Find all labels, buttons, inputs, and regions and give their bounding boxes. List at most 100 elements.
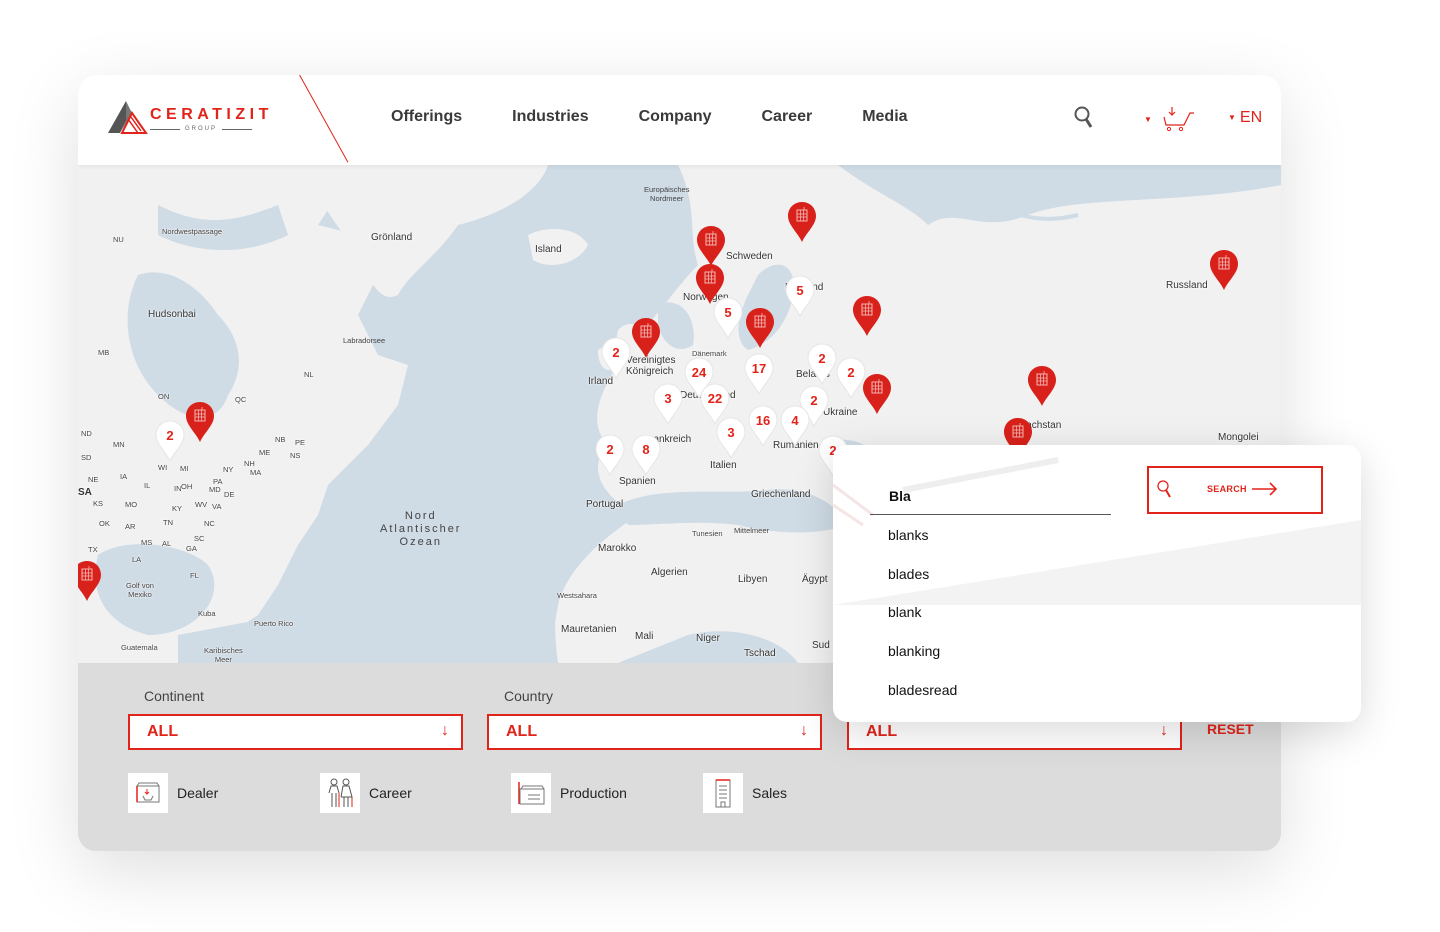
search-popup: SEARCH blanks blades blank blanking blad…	[833, 445, 1361, 722]
cluster-pin[interactable]: 2	[601, 337, 631, 379]
map-label-mongolei: Mongolei	[1218, 432, 1259, 443]
continent-label: Continent	[144, 688, 204, 704]
location-pin[interactable]	[185, 401, 215, 443]
building-marker-icon	[696, 264, 724, 304]
legend-production-label: Production	[560, 785, 627, 801]
map-label-state: IA	[120, 472, 128, 481]
location-pin[interactable]	[631, 317, 661, 359]
arrow-right-icon	[1252, 482, 1278, 496]
map-label-state: VA	[212, 502, 222, 511]
search-input[interactable]	[870, 477, 1111, 515]
cluster-pin[interactable]: 5	[785, 275, 815, 317]
map-label-qc: QC	[235, 395, 247, 404]
logo-triangle-icon	[108, 101, 148, 134]
cluster-pin[interactable]: 17	[744, 353, 774, 395]
building-marker-icon	[78, 561, 101, 601]
nav-industries[interactable]: Industries	[512, 108, 588, 126]
map-label-state: TX	[88, 545, 98, 554]
logo-subtitle: GROUP	[150, 126, 252, 132]
map-label-state: MD	[209, 485, 221, 494]
ceratizit-logo[interactable]: CERATIZIT GROUP	[108, 99, 268, 139]
location-pin[interactable]	[78, 560, 102, 602]
map-label-state: NH	[244, 459, 255, 468]
arrow-down-icon: ↓	[1160, 722, 1168, 739]
building-marker-icon	[697, 226, 725, 266]
map-label-nu: NU	[113, 235, 124, 244]
map-label-state: MN	[113, 440, 125, 449]
language-code: EN	[1239, 109, 1263, 126]
map-label-tschad: Tschad	[744, 648, 776, 659]
map-label-russland: Russland	[1166, 280, 1208, 291]
language-selector[interactable]: ▼ EN	[1228, 109, 1262, 127]
legend-career-label: Career	[369, 785, 412, 801]
dealer-icon	[128, 773, 168, 813]
cluster-count: 2	[818, 351, 826, 366]
nav-offerings[interactable]: Offerings	[391, 108, 462, 126]
map-label-puerto-rico: Puerto Rico	[254, 619, 294, 628]
continent-select[interactable]: ALL ↓	[128, 714, 463, 750]
cluster-count: 4	[791, 413, 799, 428]
country-select[interactable]: ALL ↓	[487, 714, 822, 750]
location-pin[interactable]	[1209, 249, 1239, 291]
map-label-karibisches-meer: Karibisches Meer	[204, 646, 243, 663]
nav-career[interactable]: Career	[762, 108, 813, 126]
map-label-sudan: Sud	[812, 640, 830, 651]
map-label-state: LA	[132, 555, 142, 564]
nav-media[interactable]: Media	[862, 108, 907, 126]
building-marker-icon	[863, 374, 891, 414]
location-pin[interactable]	[1027, 365, 1057, 407]
suggestion-item[interactable]: blank	[888, 604, 921, 620]
location-pin[interactable]	[745, 307, 775, 349]
map-label-mali: Mali	[635, 631, 654, 642]
caret-down-icon: ▼	[1228, 113, 1236, 123]
search-submit-button[interactable]: SEARCH	[1147, 466, 1323, 514]
cluster-pin[interactable]: 2	[807, 343, 837, 385]
suggestion-item[interactable]: blanking	[888, 643, 940, 659]
cluster-pin[interactable]: 16	[748, 405, 778, 447]
map-label-state: SD	[81, 453, 92, 462]
sales-icon	[703, 773, 743, 813]
cluster-pin[interactable]: 3	[653, 383, 683, 425]
map-label-mb: MB	[98, 348, 110, 357]
cluster-count: 17	[751, 361, 767, 376]
location-pin[interactable]	[696, 225, 726, 267]
suggestion-item[interactable]: blades	[888, 566, 929, 582]
location-pin[interactable]	[787, 201, 817, 243]
continent-value: ALL	[147, 723, 179, 740]
legend-career[interactable]: Career	[320, 773, 412, 813]
map-label-golf-von-mexiko: Golf von Mexiko	[126, 581, 154, 599]
cluster-pin[interactable]: 2	[595, 434, 625, 476]
map-label-state: SC	[194, 534, 205, 543]
third-filter-value: ALL	[866, 723, 898, 740]
map-label-schweden: Schweden	[726, 251, 773, 262]
header-search-button[interactable]	[1074, 105, 1096, 138]
reset-button[interactable]: RESET	[1207, 721, 1254, 737]
cluster-count: 8	[642, 442, 650, 457]
cluster-count: 24	[691, 365, 707, 380]
map-label-mittelmeer: Mittelmeer	[734, 526, 770, 535]
cluster-pin[interactable]: 2	[155, 420, 185, 462]
location-pin[interactable]	[862, 373, 892, 415]
career-icon	[320, 773, 360, 813]
legend-dealer-label: Dealer	[177, 785, 219, 801]
cluster-pin[interactable]: 8	[631, 434, 661, 476]
cluster-pin[interactable]: 3	[716, 417, 746, 459]
logo-wordmark: CERATIZIT	[150, 106, 273, 123]
legend-dealer[interactable]: Dealer	[128, 773, 218, 813]
map-label-state: MO	[125, 500, 138, 509]
header-cart-button[interactable]: ▼	[1144, 105, 1196, 133]
building-marker-icon	[853, 296, 881, 336]
nav-company[interactable]: Company	[639, 108, 712, 126]
production-icon	[511, 773, 551, 813]
building-marker-icon	[186, 402, 214, 442]
legend-sales[interactable]: Sales	[703, 773, 787, 813]
legend-production[interactable]: Production	[511, 773, 627, 813]
building-marker-icon	[632, 318, 660, 358]
suggestion-item[interactable]: bladesread	[888, 682, 957, 698]
location-pin[interactable]	[695, 263, 725, 305]
cluster-pin[interactable]: 4	[780, 405, 810, 447]
suggestion-item[interactable]: blanks	[888, 527, 928, 543]
building-marker-icon	[746, 308, 774, 348]
location-pin[interactable]	[852, 295, 882, 337]
map-label-portugal: Portugal	[586, 499, 624, 510]
